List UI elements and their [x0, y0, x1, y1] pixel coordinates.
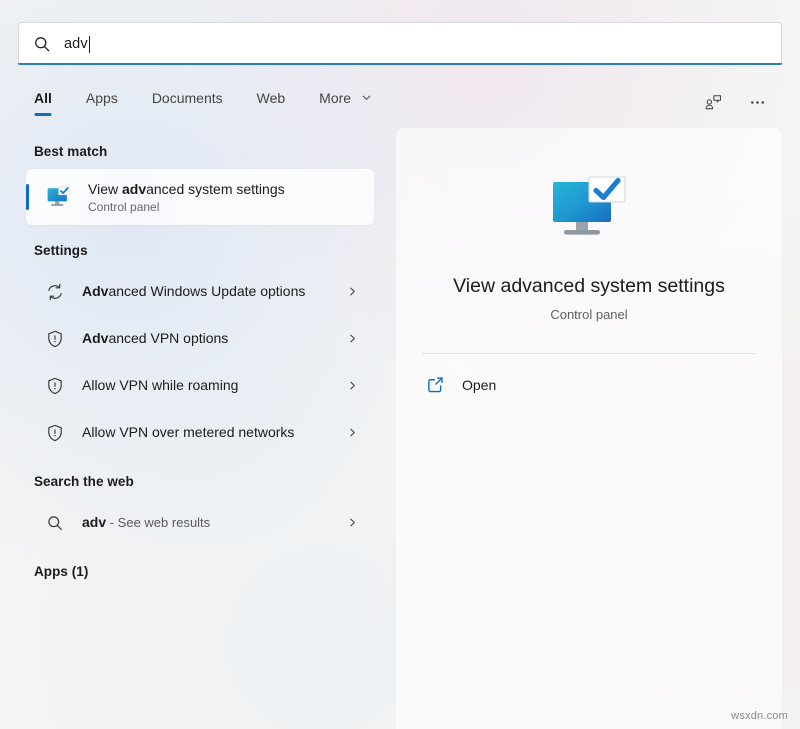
preview-pane: View advanced system settings Control pa…	[396, 128, 782, 729]
label-rest: Allow VPN over metered networks	[82, 424, 294, 440]
list-item-advanced-windows-update-options[interactable]: Advanced Windows Update options	[26, 268, 374, 315]
preview-title: View advanced system settings	[453, 274, 725, 298]
list-item-allow-vpn-while-roaming[interactable]: Allow VPN while roaming	[26, 362, 374, 409]
chevron-down-icon	[361, 90, 372, 106]
title-suffix: anced system settings	[146, 181, 285, 197]
watermark: wsxdn.com	[731, 710, 788, 722]
open-action-label[interactable]: Open	[462, 377, 496, 393]
title-prefix: View	[88, 181, 122, 197]
list-item-web-search[interactable]: adv - See web results	[26, 499, 374, 546]
open-external-icon	[426, 375, 445, 394]
best-match-text: View advanced system settings Control pa…	[88, 180, 285, 214]
list-item-label: Allow VPN while roaming	[82, 375, 344, 395]
result-list-pane: Best match	[18, 128, 382, 729]
shield-icon	[44, 375, 66, 397]
tab-all-label: All	[34, 90, 52, 106]
chevron-right-icon[interactable]	[344, 380, 360, 391]
label-match: Adv	[82, 330, 108, 346]
tab-apps[interactable]: Apps	[69, 86, 135, 118]
tab-web-label: Web	[257, 90, 286, 106]
monitor-settings-icon	[546, 170, 632, 248]
best-match-subtitle: Control panel	[88, 200, 285, 214]
results-area: Best match	[18, 128, 782, 729]
chevron-right-icon[interactable]	[344, 517, 360, 528]
preview-subtitle: Control panel	[550, 307, 627, 322]
chevron-right-icon[interactable]	[344, 427, 360, 438]
search-flyout-window: adv All Apps Documents Web More	[0, 0, 800, 729]
label-rest: anced VPN options	[108, 330, 228, 346]
section-header-search-the-web: Search the web	[18, 474, 382, 489]
search-input-value[interactable]: adv	[64, 36, 88, 52]
tab-strip-actions	[700, 89, 782, 115]
tab-web[interactable]: Web	[240, 86, 303, 118]
shield-icon	[44, 422, 66, 444]
tab-documents-label: Documents	[152, 90, 223, 106]
tab-more[interactable]: More	[302, 86, 389, 118]
tab-all[interactable]: All	[18, 86, 69, 118]
monitor-settings-icon	[44, 182, 74, 212]
tab-strip: All Apps Documents Web More	[18, 80, 782, 124]
open-action-row[interactable]: Open	[422, 361, 756, 394]
label-rest: Allow VPN while roaming	[82, 377, 238, 393]
tab-documents[interactable]: Documents	[135, 86, 240, 118]
sync-icon	[44, 281, 66, 303]
best-match-title: View advanced system settings	[88, 180, 285, 198]
feedback-icon[interactable]	[700, 89, 726, 115]
title-match: adv	[122, 181, 146, 197]
tab-more-label: More	[319, 90, 351, 106]
section-header-apps: Apps (1)	[18, 564, 382, 579]
search-bar-container: adv	[18, 22, 782, 65]
tab-apps-label: Apps	[86, 90, 118, 106]
shield-icon	[44, 328, 66, 350]
list-item-label: Advanced VPN options	[82, 328, 344, 348]
search-icon	[33, 35, 51, 53]
section-header-best-match: Best match	[18, 144, 382, 159]
text-caret	[89, 36, 90, 53]
label-rest: anced Windows Update options	[108, 283, 305, 299]
chevron-right-icon[interactable]	[344, 333, 360, 344]
list-item-advanced-vpn-options[interactable]: Advanced VPN options	[26, 315, 374, 362]
more-options-icon[interactable]	[744, 89, 770, 115]
label-match: adv	[82, 514, 106, 530]
selection-accent-bar	[26, 184, 29, 210]
list-item-label: adv - See web results	[82, 512, 344, 533]
list-item-label: Advanced Windows Update options	[82, 281, 344, 301]
label-match: Adv	[82, 283, 108, 299]
search-box[interactable]: adv	[18, 22, 782, 65]
tab-list: All Apps Documents Web More	[18, 86, 389, 118]
best-match-item[interactable]: View advanced system settings Control pa…	[26, 169, 374, 225]
label-rest: - See web results	[106, 515, 210, 530]
search-focus-underline	[18, 63, 782, 65]
section-header-settings: Settings	[18, 243, 382, 258]
preview-divider	[422, 353, 756, 354]
chevron-right-icon[interactable]	[344, 286, 360, 297]
list-item-allow-vpn-over-metered-networks[interactable]: Allow VPN over metered networks	[26, 409, 374, 456]
search-icon	[44, 512, 66, 534]
list-item-label: Allow VPN over metered networks	[82, 422, 344, 442]
